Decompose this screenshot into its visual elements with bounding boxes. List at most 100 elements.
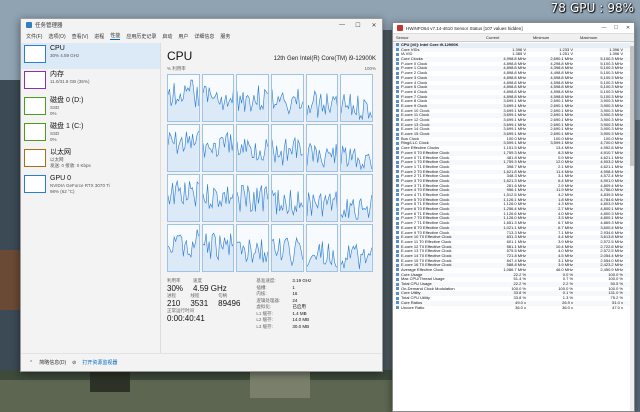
performance-sidebar: CPU 30% 4.59 GHz 内存 11.0/31.8 GB (35%) 磁…	[21, 43, 161, 353]
sensor-label: Core Utility	[401, 291, 421, 296]
hwinfo-titlebar[interactable]: HWiNFO64 v7.14-4610 Sensor Status [107 v…	[393, 23, 634, 34]
sidebar-item-ethernet[interactable]: 以太网 以太网 发送: 0 接收: 0 Kbps	[21, 147, 160, 173]
sensor-label: P-core 7 T1 Effective Clock	[401, 221, 450, 226]
sensor-icon	[396, 90, 399, 94]
sensor-icon	[396, 146, 399, 150]
logical-processor-graph	[271, 74, 304, 122]
sensor-label: Bus Clock	[401, 136, 420, 141]
sensor-label: P-core 4 Clock	[401, 80, 428, 85]
sidebar-item-memory[interactable]: 内存 11.0/31.8 GB (35%)	[21, 69, 160, 95]
tab-users[interactable]: 用户	[178, 33, 188, 40]
sensor-label: P-core 2 T0 Effective Clock	[401, 169, 450, 174]
menu-view[interactable]: 查看(V)	[72, 33, 89, 40]
tab-details[interactable]: 详细信息	[194, 33, 214, 40]
sidebar-item-detail: 11.0/31.8 GB (35%)	[50, 79, 90, 84]
tab-processes[interactable]: 进程	[94, 33, 104, 40]
disk-mini-graph	[24, 97, 46, 115]
menu-file[interactable]: 文件(F)	[26, 33, 42, 40]
sensor-label: Total CPU Usage	[401, 282, 432, 287]
sidebar-item-disk-0[interactable]: 磁盘 0 (D:) SSD 0%	[21, 95, 160, 121]
sensor-label: E-core 14 T0 Effective Clock	[401, 253, 452, 258]
sensor-label: P-core 1 Clock	[401, 66, 428, 71]
logical-processor-graph	[167, 224, 200, 272]
sidebar-item-cpu[interactable]: CPU 30% 4.59 GHz	[21, 43, 160, 69]
task-manager-titlebar[interactable]: 任务管理器 — ☐ ✕	[21, 19, 382, 31]
sensor-icon	[396, 48, 399, 52]
sensor-icon	[396, 230, 399, 234]
resource-monitor-icon[interactable]: ⊘	[72, 360, 76, 366]
sensor-icon	[396, 165, 399, 169]
minimize-button[interactable]: —	[334, 22, 350, 29]
sensor-icon	[396, 160, 399, 164]
column-minimum[interactable]: Minimum	[530, 35, 577, 40]
sensor-label: IA VID	[401, 52, 413, 57]
sensor-label: Core Usage	[401, 272, 423, 277]
logical-processor-graph	[236, 174, 269, 222]
sensor-icon	[396, 273, 399, 277]
sensor-current: 36.0 x	[515, 304, 526, 310]
logical-processor-graph	[305, 174, 339, 222]
resource-monitor-link[interactable]: 打开资源监视器	[82, 359, 117, 366]
tab-app-history[interactable]: 应用历史记录	[126, 33, 156, 40]
scrollbar[interactable]	[630, 42, 634, 411]
cpu-mini-graph	[24, 45, 46, 63]
sensor-label: E-core 10 T0 Effective Clock	[401, 235, 452, 240]
logical-processor-graph	[305, 224, 339, 272]
sidebar-item-gpu[interactable]: GPU 0 NVIDIA GeForce RTX 3070 Ti 98% (62…	[21, 173, 160, 199]
sensor-name: Uncore Ratio	[393, 306, 483, 311]
sensor-label: P-core 6 T1 Effective Clock	[401, 211, 450, 216]
menu-bar: 文件(F) 选项(O) 查看(V) 进程 性能 应用历史记录 启动 用户 详细信…	[21, 31, 382, 41]
sidebar-item-label: 磁盘 1 (C:)	[50, 123, 84, 130]
sensor-icon	[396, 188, 399, 192]
logical-processor-graph	[271, 124, 304, 172]
cpu-detail-value: 30.0 MB	[292, 323, 310, 329]
fewer-details-icon[interactable]: ⌃	[29, 360, 33, 366]
sidebar-item-detail-2: 98% (62 °C)	[50, 188, 75, 194]
close-button[interactable]: ✕	[366, 22, 382, 29]
sensor-icon	[396, 212, 399, 216]
logical-processor-graph	[271, 224, 304, 272]
fewer-details-link[interactable]: 简略信息(D)	[39, 359, 66, 366]
sensor-label: P-core 7 T0 Effective Clock	[401, 216, 450, 221]
sidebar-item-disk-1[interactable]: 磁盘 1 (C:) SSD 0%	[21, 121, 160, 147]
sensor-label: P-core 0 T0 Effective Clock	[401, 150, 450, 155]
sidebar-item-detail: 30% 4.59 GHz	[50, 53, 80, 58]
logical-processor-graph	[340, 174, 373, 222]
maximize-button[interactable]: ☐	[610, 25, 622, 31]
close-button[interactable]: ✕	[622, 25, 634, 31]
column-current[interactable]: Current	[483, 35, 530, 40]
logical-processor-graph	[305, 124, 339, 172]
minimize-button[interactable]: —	[598, 25, 610, 31]
sensor-column-header: Sensor Current Minimum Maximum	[393, 34, 634, 42]
logical-processor-graph	[271, 174, 304, 222]
task-manager-window: 任务管理器 — ☐ ✕ 文件(F) 选项(O) 查看(V) 进程 性能 应用历史…	[20, 18, 383, 372]
sensor-label: E-core 10 Clock	[401, 108, 430, 113]
maximize-button[interactable]: ☐	[350, 22, 366, 29]
tab-startup[interactable]: 启动	[162, 33, 172, 40]
sidebar-item-label: CPU	[50, 45, 65, 52]
sensor-label: P-core 2 T1 Effective Clock	[401, 174, 450, 179]
sensor-icon	[396, 95, 399, 98]
sensor-icon	[396, 62, 399, 66]
gpu-mini-graph	[24, 175, 46, 193]
logical-processor-graph	[236, 74, 269, 122]
sensor-icon	[396, 179, 399, 183]
tab-performance[interactable]: 性能	[110, 32, 121, 40]
scrollbar-thumb[interactable]	[630, 46, 634, 166]
sensor-label: Core Effective Clocks	[401, 146, 440, 151]
sensor-icon	[396, 141, 399, 145]
menu-options[interactable]: 选项(O)	[48, 33, 65, 40]
column-maximum[interactable]: Maximum	[577, 35, 627, 40]
cpu-details: 基准速度: 3.19 GHz 插槽: 1 内核: 16 逻辑处理器: 24 虚拟化: 已启用 L1 …	[256, 278, 311, 330]
sensor-row[interactable]: Uncore Ratio 36.0 x 36.0 x 47.0 x	[393, 304, 634, 311]
logical-processor-graph	[340, 74, 373, 122]
sidebar-item-label: GPU 0	[50, 175, 72, 182]
sensor-label: P-core 0 T1 Effective Clock	[401, 155, 450, 160]
column-sensor[interactable]: Sensor	[393, 35, 483, 40]
tab-services[interactable]: 服务	[220, 33, 230, 40]
sensor-label: On-Demand Clock Modulation	[401, 286, 455, 291]
sensor-icon	[396, 235, 399, 239]
page-title: CPU	[167, 49, 193, 63]
sensor-icon	[396, 76, 399, 80]
sensor-icon	[396, 52, 399, 56]
